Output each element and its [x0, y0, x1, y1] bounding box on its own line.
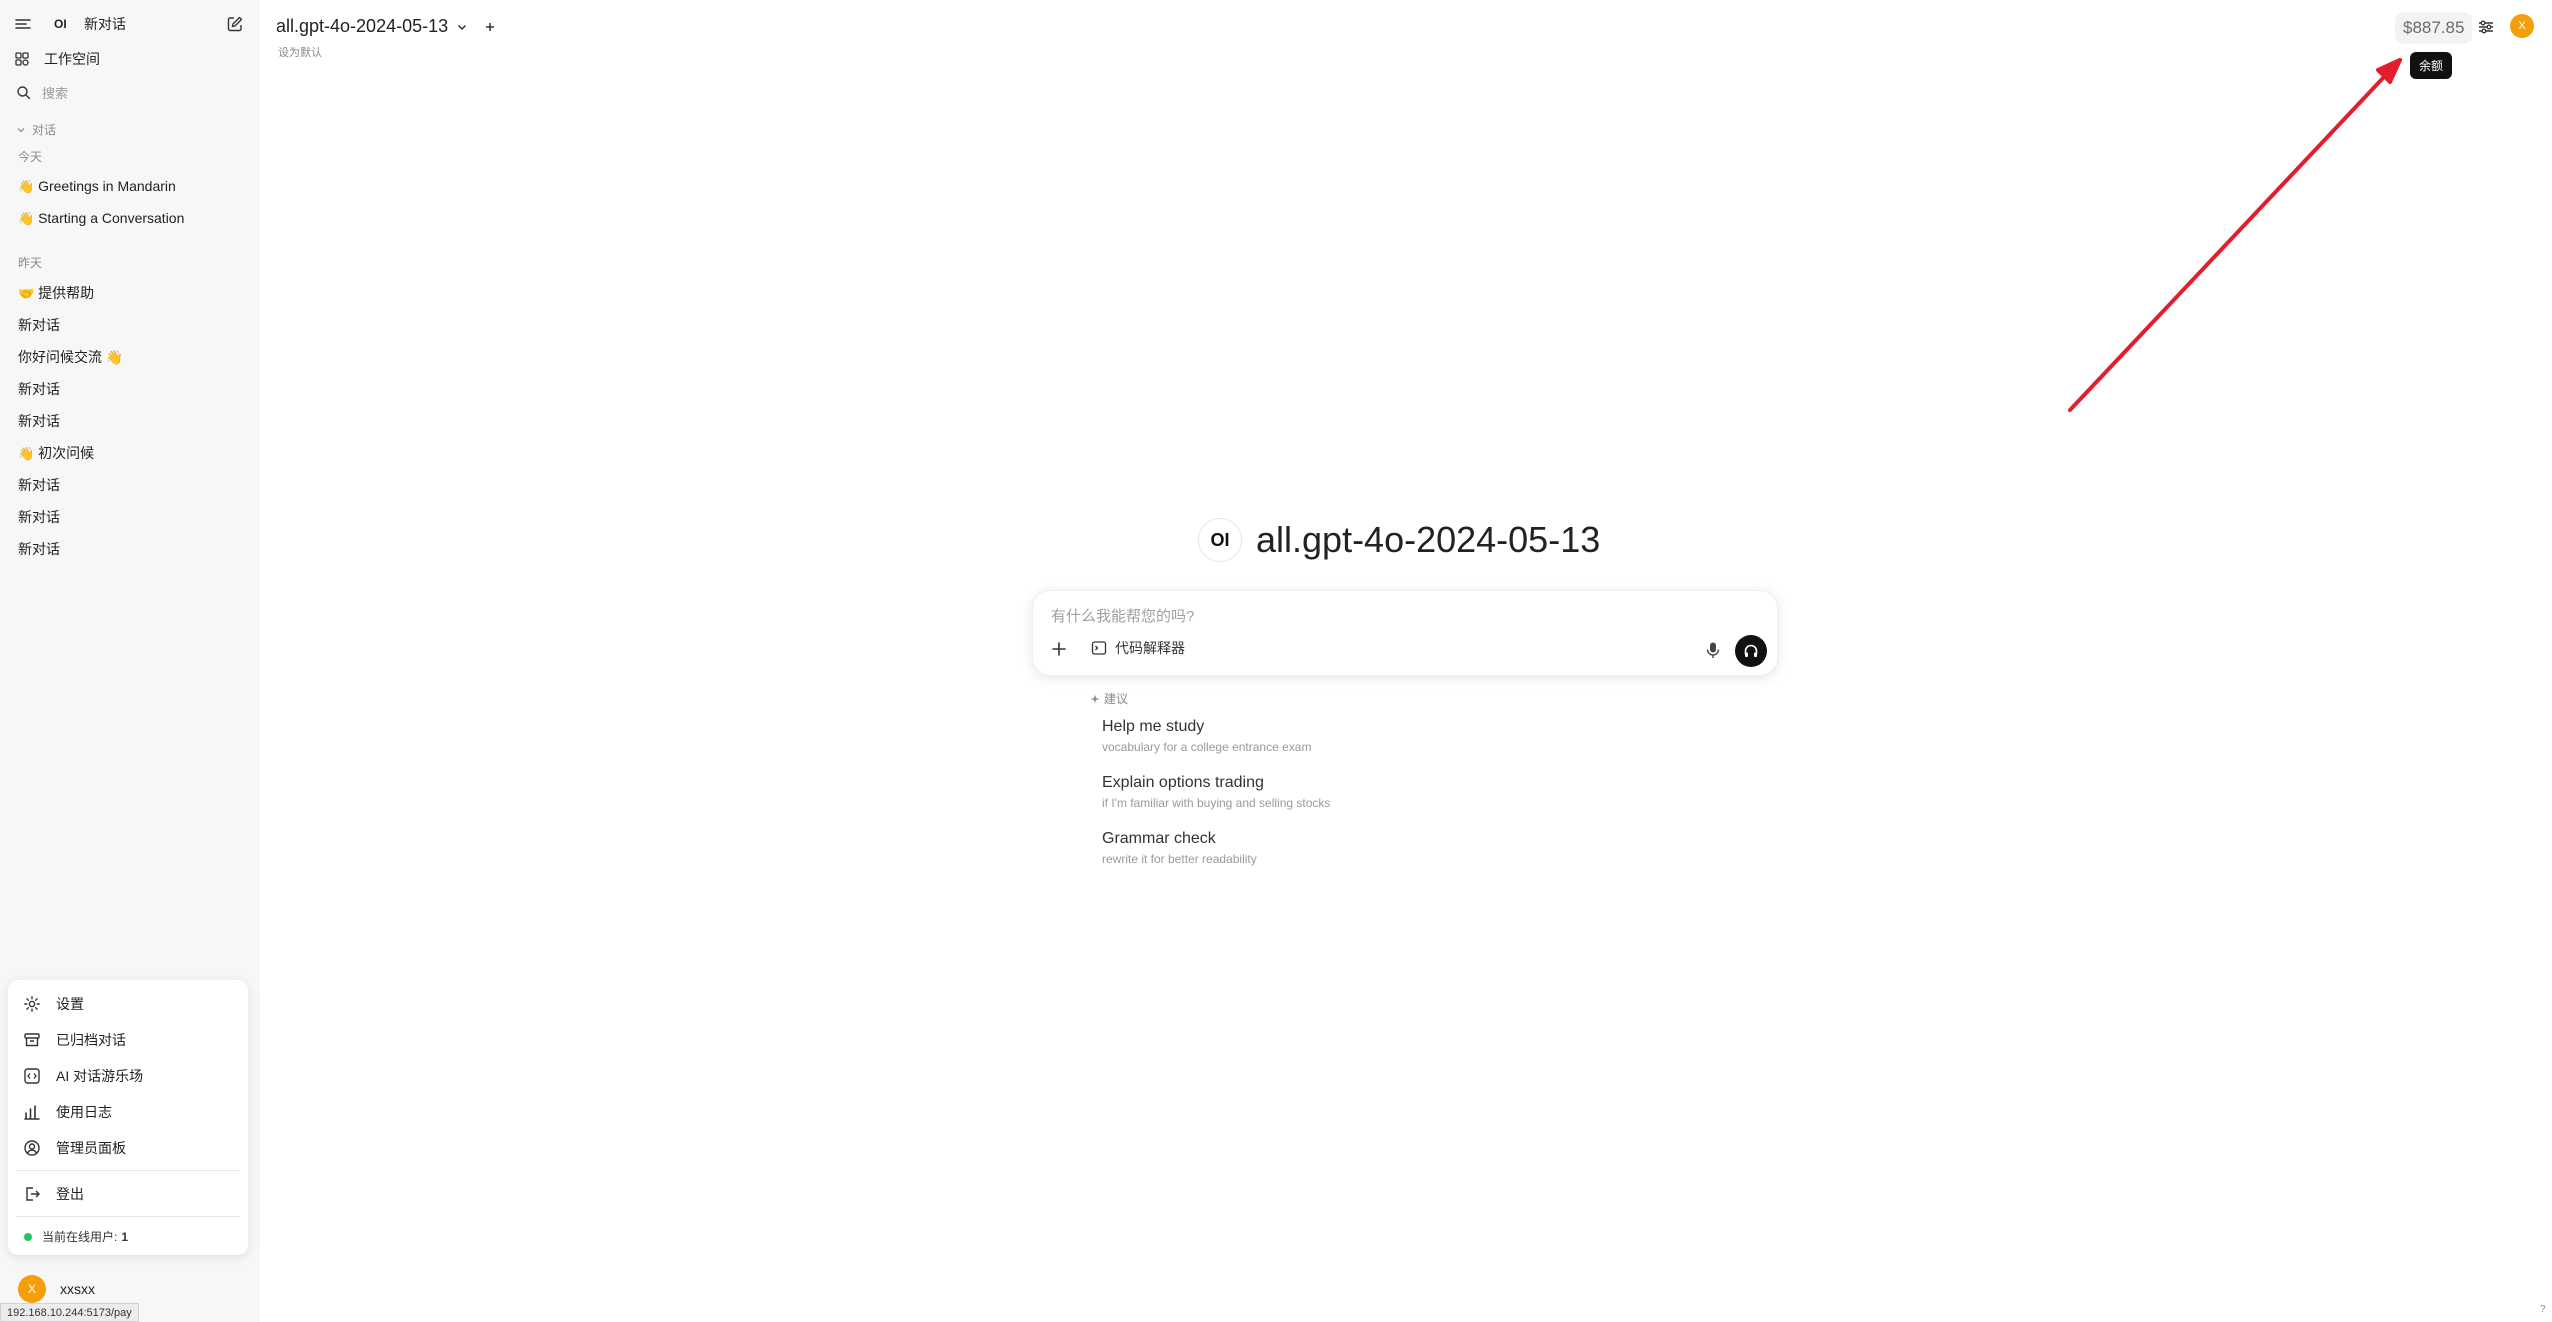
new-chat-link[interactable]: 新对话: [84, 14, 126, 34]
menu-item-label: AI 对话游乐场: [56, 1068, 144, 1084]
menu-item-playground[interactable]: AI 对话游乐场: [22, 1066, 143, 1086]
menu-icon[interactable]: [14, 15, 32, 33]
online-dot-icon: [24, 1232, 32, 1241]
microphone-icon[interactable]: [1705, 641, 1721, 659]
sidebar-item-workspace[interactable]: 工作空间: [0, 48, 260, 70]
chat-title: Starting a Conversation: [38, 210, 185, 226]
model-name: all.gpt-4o-2024-05-13: [276, 16, 449, 36]
add-model-icon[interactable]: [484, 21, 496, 33]
bar-chart-icon: [22, 1102, 42, 1122]
chat-item[interactable]: 你好问候交流 👋: [18, 347, 123, 367]
set-default-link[interactable]: 设为默认: [278, 44, 322, 60]
new-chat-edit-icon[interactable]: [226, 15, 244, 33]
chat-item[interactable]: 新对话: [18, 315, 60, 335]
plus-icon[interactable]: [1051, 641, 1067, 657]
controls-sliders-icon[interactable]: [2477, 18, 2495, 36]
online-users-label: 当前在线用户:: [42, 1230, 118, 1244]
voice-mode-button[interactable]: [1735, 635, 1767, 667]
menu-divider: [16, 1170, 240, 1171]
waving-hand-icon: 👋: [18, 212, 35, 227]
tool-label: 代码解释器: [1115, 640, 1185, 656]
menu-item-settings[interactable]: 设置: [22, 994, 84, 1014]
suggestion-title: Help me study: [1102, 718, 1205, 735]
chat-item[interactable]: 新对话: [18, 539, 60, 559]
chat-item[interactable]: 新对话: [18, 475, 60, 495]
app-window: OI 新对话 工作空间 搜索 对话 今天 👋 Greetings in Mand…: [0, 0, 2552, 1322]
avatar: X: [18, 1275, 46, 1303]
chat-item[interactable]: 👋 Starting a Conversation: [18, 210, 184, 227]
handshake-icon: 🤝: [18, 287, 35, 302]
menu-item-label: 已归档对话: [56, 1032, 126, 1048]
chat-item[interactable]: 新对话: [18, 411, 60, 431]
menu-item-logout[interactable]: 登出: [22, 1184, 84, 1204]
gear-icon: [22, 994, 42, 1014]
group-label-yesterday: 昨天: [18, 256, 43, 270]
logout-icon: [22, 1184, 42, 1204]
model-logo: OI: [1198, 518, 1242, 562]
menu-item-label: 设置: [56, 996, 84, 1012]
chat-item[interactable]: 新对话: [18, 507, 60, 527]
menu-item-label: 登出: [56, 1186, 84, 1202]
chat-title: 提供帮助: [38, 285, 95, 301]
waving-hand-icon: 👋: [18, 180, 35, 195]
suggestion-item[interactable]: Help me study vocabulary for a college e…: [1102, 718, 1311, 754]
chevron-down-icon: [456, 21, 468, 33]
user-circle-icon: [22, 1138, 42, 1158]
help-button[interactable]: ?: [2540, 1304, 2546, 1315]
menu-item-label: 管理员面板: [56, 1140, 126, 1156]
suggestion-subtitle: rewrite it for better readability: [1102, 852, 1257, 866]
suggestion-subtitle: if I'm familiar with buying and selling …: [1102, 796, 1331, 810]
sidebar: OI 新对话 工作空间 搜索 对话 今天 👋 Greetings in Mand…: [0, 0, 260, 1322]
code-square-icon: [22, 1066, 42, 1086]
message-composer: 有什么我能帮您的吗? 代码解释器: [1032, 590, 1778, 676]
sparkle-icon: [1090, 694, 1100, 704]
header-avatar[interactable]: X: [2510, 14, 2534, 38]
search-icon: [16, 85, 31, 100]
chat-title: 初次问候: [38, 445, 95, 461]
user-menu: 设置 已归档对话 AI 对话游乐场 使用日志 管理员面板 登出 当前在线用户: …: [8, 980, 248, 1255]
menu-item-archived[interactable]: 已归档对话: [22, 1030, 126, 1050]
terminal-icon: [1091, 640, 1107, 656]
suggestion-subtitle: vocabulary for a college entrance exam: [1102, 740, 1312, 754]
suggestion-title: Grammar check: [1102, 830, 1216, 847]
online-users-status: 当前在线用户: 1: [24, 1228, 128, 1245]
chevron-down-icon: [16, 125, 26, 135]
menu-item-label: 使用日志: [56, 1104, 112, 1120]
grid-icon: [14, 51, 30, 67]
sidebar-search[interactable]: 搜索: [0, 81, 260, 103]
chat-item[interactable]: 👋 初次问候: [18, 443, 94, 463]
chat-item[interactable]: 🤝 提供帮助: [18, 283, 94, 303]
model-selector[interactable]: all.gpt-4o-2024-05-13: [276, 16, 496, 37]
model-heading: OI all.gpt-4o-2024-05-13: [1198, 518, 1600, 562]
model-title: all.gpt-4o-2024-05-13: [1256, 519, 1601, 560]
group-label-today: 今天: [18, 150, 43, 164]
suggestion-item[interactable]: Explain options trading if I'm familiar …: [1102, 774, 1330, 810]
suggestions-header: 建议: [1090, 690, 1128, 707]
chat-item[interactable]: 👋 Greetings in Mandarin: [18, 178, 176, 195]
suggestions-label: 建议: [1104, 692, 1129, 706]
user-name: xxsxx: [60, 1281, 95, 1297]
menu-item-usage-log[interactable]: 使用日志: [22, 1102, 112, 1122]
sidebar-item-label: 工作空间: [44, 51, 100, 67]
suggestion-item[interactable]: Grammar check rewrite it for better read…: [1102, 830, 1257, 866]
section-toggle-chats[interactable]: 对话: [16, 121, 56, 138]
message-input[interactable]: 有什么我能帮您的吗?: [1051, 605, 1194, 626]
brand-logo: OI: [54, 17, 67, 31]
annotation-arrow: [2068, 58, 2402, 412]
search-input[interactable]: 搜索: [42, 83, 68, 102]
headphones-icon: [1743, 643, 1759, 659]
user-profile-button[interactable]: X xxsxx: [18, 1275, 95, 1303]
chat-title: Greetings in Mandarin: [38, 178, 176, 194]
sidebar-header: OI 新对话: [0, 12, 260, 36]
section-label: 对话: [32, 123, 57, 137]
browser-status-url: 192.168.10.244:5173/pay: [0, 1303, 139, 1322]
archive-icon: [22, 1030, 42, 1050]
suggestion-title: Explain options trading: [1102, 774, 1264, 791]
menu-divider: [16, 1216, 240, 1217]
code-interpreter-toggle[interactable]: 代码解释器: [1091, 638, 1185, 658]
chat-item[interactable]: 新对话: [18, 379, 60, 399]
waving-hand-icon: 👋: [18, 447, 35, 462]
online-users-count: 1: [121, 1229, 129, 1244]
menu-item-admin-panel[interactable]: 管理员面板: [22, 1138, 126, 1158]
